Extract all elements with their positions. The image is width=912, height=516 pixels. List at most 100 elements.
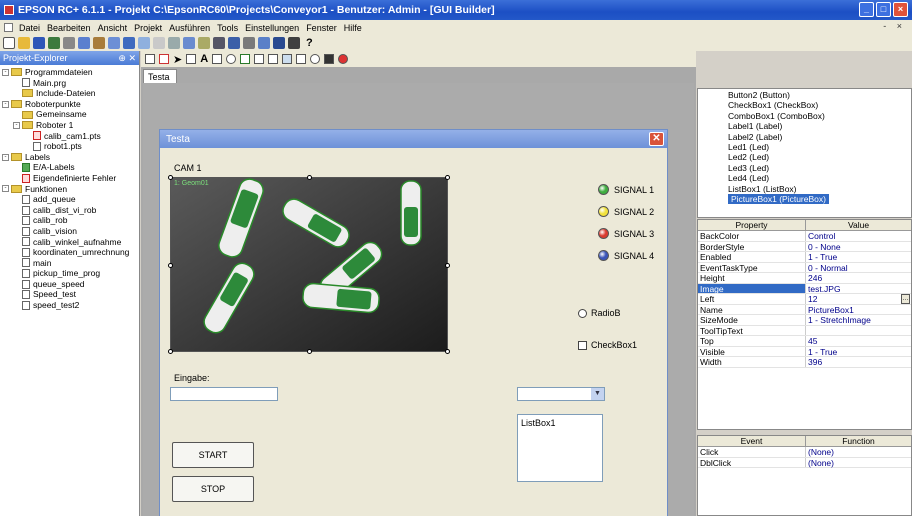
jog-teach-icon[interactable] [153, 37, 165, 49]
monitor-icon[interactable] [273, 37, 285, 49]
tree-item[interactable]: calib_vision [2, 226, 139, 237]
save-all-icon[interactable] [48, 37, 60, 49]
menu-tools[interactable]: Tools [217, 23, 238, 33]
property-value[interactable]: 12 [806, 294, 911, 304]
radio-tool-icon[interactable] [226, 54, 237, 64]
tree-item[interactable]: Gemeinsame [2, 109, 139, 120]
pointer-icon[interactable]: ➤ [173, 53, 182, 66]
property-value[interactable]: 1 - True [806, 252, 911, 262]
copy-icon[interactable] [78, 37, 90, 49]
property-row[interactable]: ToolTipText [698, 325, 911, 336]
property-value[interactable]: PictureBox1 [806, 305, 911, 315]
control-list-item[interactable]: Label2 (Label) [700, 132, 911, 142]
event-row[interactable]: Click (None) [698, 447, 911, 458]
resize-handle[interactable] [445, 263, 450, 268]
chevron-down-icon[interactable]: ▼ [591, 388, 604, 400]
tree-item[interactable]: Speed_test [2, 289, 139, 300]
resize-handle[interactable] [307, 175, 312, 180]
led-signal-4[interactable]: SIGNAL 4 [598, 250, 654, 261]
collapse-icon[interactable]: - [2, 153, 9, 161]
property-value[interactable]: 246 [806, 273, 911, 283]
mdi-window-controls[interactable]: - × [883, 21, 906, 31]
resize-handle[interactable] [168, 349, 173, 354]
grid-icon[interactable] [243, 37, 255, 49]
control-list-item[interactable]: Led1 (Led) [700, 142, 911, 152]
property-row[interactable]: Enabled 1 - True [698, 252, 911, 263]
browse-image-button[interactable]: … [901, 294, 910, 304]
event-function[interactable]: (None) [806, 447, 911, 457]
window-layout-icon[interactable] [258, 37, 270, 49]
property-row[interactable]: SizeMode 1 - StretchImage [698, 315, 911, 326]
tree-item[interactable]: Eigendefinierte Fehler [2, 173, 139, 184]
property-row[interactable]: Left 12 [698, 294, 911, 305]
listbox[interactable]: ListBox1 [517, 414, 603, 482]
picturebox-tool-icon[interactable] [282, 54, 293, 64]
tree-item[interactable]: calib_dist_vi_rob [2, 205, 139, 216]
label-tool-icon[interactable]: A [200, 53, 208, 65]
property-value[interactable]: 1 - True [806, 347, 911, 357]
property-value[interactable]: 0 - None [806, 242, 911, 252]
property-value[interactable]: 396 [806, 357, 911, 367]
vision-guide-icon[interactable] [198, 37, 210, 49]
eingabe-textbox[interactable] [170, 387, 278, 401]
menu-projekt[interactable]: Projekt [134, 23, 162, 33]
paste-icon[interactable] [93, 37, 105, 49]
property-value[interactable]: 45 [806, 336, 911, 346]
collapse-icon[interactable]: - [2, 100, 9, 108]
listbox-tool-icon[interactable] [254, 54, 265, 64]
collapse-icon[interactable]: - [13, 121, 20, 129]
save-icon[interactable] [33, 37, 45, 49]
menu-ansicht[interactable]: Ansicht [98, 23, 128, 33]
maximize-button[interactable]: □ [876, 2, 891, 17]
run-window-icon[interactable] [123, 37, 135, 49]
resize-handle[interactable] [445, 175, 450, 180]
control-list-item[interactable]: Button2 (Button) [700, 90, 911, 100]
menu-einstellungen[interactable]: Einstellungen [245, 23, 299, 33]
form-close-icon[interactable]: ✕ [649, 132, 664, 146]
menu-fenster[interactable]: Fenster [306, 23, 337, 33]
resize-handle[interactable] [445, 349, 450, 354]
tree-item[interactable]: add_queue [2, 194, 139, 205]
control-list[interactable]: Button2 (Button) CheckBox1 (CheckBox) Comb… [697, 88, 912, 218]
command-window-icon[interactable] [183, 37, 195, 49]
control-list-item[interactable]: PictureBox1 (PictureBox) [700, 194, 911, 205]
io-monitor-icon[interactable] [138, 37, 150, 49]
explorer-close-icon[interactable]: ⊕ ✕ [118, 53, 136, 64]
property-row[interactable]: Image test.JPG [698, 283, 911, 294]
property-row[interactable]: Visible 1 - True [698, 346, 911, 357]
led-signal-1[interactable]: SIGNAL 1 [598, 184, 654, 195]
combobox[interactable]: ▼ [517, 387, 605, 401]
start-button[interactable]: START [172, 442, 254, 468]
control-list-item[interactable]: ListBox1 (ListBox) [700, 184, 911, 194]
new-file-icon[interactable] [3, 37, 15, 49]
led-signal-3[interactable]: SIGNAL 3 [598, 228, 654, 239]
tree-item[interactable]: E/A-Labels [2, 162, 139, 173]
form-testa[interactable]: Testa ✕ CAM 1 1: Geom01 SIGNAL 1 SIGNAL … [159, 129, 668, 516]
led-tool-icon[interactable] [338, 54, 349, 64]
control-list-item[interactable]: Led2 (Led) [700, 152, 911, 162]
picturebox[interactable]: 1: Geom01 [168, 175, 450, 354]
tree-item[interactable]: - Roboter 1 [2, 120, 139, 131]
control-list-item[interactable]: Led4 (Led) [700, 173, 911, 183]
tree-item[interactable]: pickup_time_prog [2, 268, 139, 279]
tree-item[interactable]: Main.prg [2, 78, 139, 89]
tree-item[interactable]: robot1.pts [2, 141, 139, 152]
tree-item[interactable]: - Roboterpunkte [2, 99, 139, 110]
video-tool-icon[interactable] [324, 54, 335, 64]
build-icon[interactable] [108, 37, 120, 49]
resize-handle[interactable] [168, 175, 173, 180]
document-icon[interactable] [4, 23, 13, 32]
property-row[interactable]: Top 45 [698, 336, 911, 347]
collapse-icon[interactable]: - [2, 185, 9, 193]
checkbox[interactable]: CheckBox1 [578, 340, 637, 350]
tab-testa[interactable]: Testa [143, 69, 177, 83]
tree-item[interactable]: queue_speed [2, 279, 139, 290]
button-tool-icon[interactable] [186, 54, 197, 64]
property-row[interactable]: BorderStyle 0 - None [698, 241, 911, 252]
simulator-icon[interactable] [213, 37, 225, 49]
tree-item[interactable]: - Programmdateien [2, 67, 139, 78]
camera-icon[interactable] [288, 37, 300, 49]
menu-hilfe[interactable]: Hilfe [344, 23, 362, 33]
led-signal-2[interactable]: SIGNAL 2 [598, 206, 654, 217]
tree-item[interactable]: calib_rob [2, 215, 139, 226]
